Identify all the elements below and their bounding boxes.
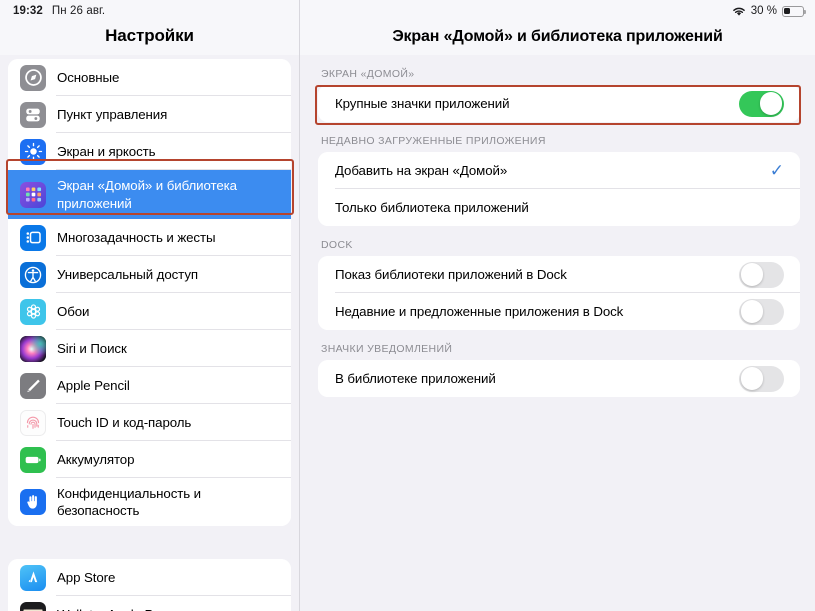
toggle-large-app-icons[interactable]: [739, 90, 784, 117]
sidebar-item-wallpaper[interactable]: Обои: [8, 293, 291, 330]
toggle-show-app-library-in-dock[interactable]: [739, 261, 784, 288]
sidebar-item-privacy-security[interactable]: Конфиденциальность и безопасность: [8, 478, 291, 526]
sidebar-item-label: App Store: [57, 569, 116, 585]
privacy-hand-icon: [20, 489, 46, 515]
sidebar-group-main: Основные Пункт управления Экран и яркост…: [8, 59, 291, 526]
section-header: НЕДАВНО ЗАГРУЖЕННЫЕ ПРИЛОЖЕНИЯ: [321, 135, 546, 147]
row-accessory: [739, 90, 784, 117]
checkmark-icon: ✓: [769, 161, 784, 180]
row-label: Только библиотека приложений: [335, 200, 529, 215]
row-accessory: ✓: [770, 162, 784, 179]
section-dock: DOCK Показ библиотеки приложений в Dock …: [300, 226, 815, 330]
sidebar-item-label: Основные: [57, 69, 120, 85]
row-accessory: [739, 261, 784, 288]
sidebar-item-wallet[interactable]: Wallet и Apple Pay: [8, 596, 291, 611]
wallpaper-icon: [20, 298, 46, 325]
section-header: ЗНАЧКИ УВЕДОМЛЕНИЙ: [321, 343, 453, 355]
multitasking-icon: [20, 224, 46, 251]
app-store-icon: [20, 564, 46, 591]
row-accessory: [739, 365, 784, 392]
sidebar-item-display-brightness[interactable]: Экран и яркость: [8, 133, 291, 170]
section-card: Показ библиотеки приложений в Dock Недав…: [318, 256, 800, 330]
detail-header: Экран «Домой» и библиотека приложений: [300, 0, 815, 55]
row-label: Добавить на экран «Домой»: [335, 163, 508, 178]
row-label: Показ библиотеки приложений в Dock: [335, 267, 567, 282]
sidebar-item-battery[interactable]: Аккумулятор: [8, 441, 291, 478]
row-app-library-only[interactable]: Только библиотека приложений: [318, 189, 800, 226]
sidebar-item-label: Обои: [57, 303, 90, 319]
section-header: DOCK: [321, 239, 353, 251]
row-label: Недавние и предложенные приложения в Doc…: [335, 304, 624, 319]
row-in-app-library[interactable]: В библиотеке приложений: [318, 360, 800, 397]
sidebar-item-multitasking[interactable]: Многозадачность и жесты: [8, 219, 291, 256]
section-header: ЭКРАН «ДОМОЙ»: [321, 68, 415, 80]
sidebar-item-label: Аккумулятор: [57, 451, 135, 467]
accessibility-icon: [20, 261, 46, 288]
brightness-icon: [20, 138, 46, 165]
sidebar-group-store: App Store Wallet и Apple Pay: [8, 559, 291, 611]
detail-panel: Экран «Домой» и библиотека приложений ЭК…: [300, 0, 815, 611]
siri-icon: [20, 335, 46, 362]
sidebar-item-touch-id[interactable]: Touch ID и код-пароль: [8, 404, 291, 441]
section-card: Крупные значки приложений: [318, 85, 800, 122]
gear-icon: [20, 64, 46, 91]
sidebar-item-siri-search[interactable]: Siri и Поиск: [8, 330, 291, 367]
sidebar-item-accessibility[interactable]: Универсальный доступ: [8, 256, 291, 293]
sidebar-item-label: Универсальный доступ: [57, 266, 198, 282]
sidebar-title: Настройки: [105, 26, 194, 45]
control-center-icon: [20, 101, 46, 128]
sidebar-item-label: Touch ID и код-пароль: [57, 414, 192, 430]
row-show-app-library-in-dock[interactable]: Показ библиотеки приложений в Dock: [318, 256, 800, 293]
sidebar-item-general[interactable]: Основные: [8, 59, 291, 96]
sidebar-item-label: Пункт управления: [57, 106, 168, 122]
row-label: Крупные значки приложений: [335, 96, 510, 111]
section-recently-downloaded: НЕДАВНО ЗАГРУЖЕННЫЕ ПРИЛОЖЕНИЯ Добавить …: [300, 122, 815, 226]
row-accessory: [739, 298, 784, 325]
row-label: В библиотеке приложений: [335, 371, 496, 386]
sidebar-item-label: Экран и яркость: [57, 143, 156, 159]
section-home-screen: ЭКРАН «ДОМОЙ» Крупные значки приложений: [300, 55, 815, 122]
battery-icon: [20, 446, 46, 473]
ipad-settings-screen: 19:32 Пн 26 авг. 30 % Настройки Основные…: [0, 0, 815, 611]
wallet-icon: [20, 601, 46, 611]
settings-sidebar: Настройки Основные Пункт управления Экра…: [0, 0, 300, 611]
row-add-to-home-screen[interactable]: Добавить на экран «Домой» ✓: [318, 152, 800, 189]
page-title: Экран «Домой» и библиотека приложений: [392, 28, 723, 45]
sidebar-item-label: Wallet и Apple Pay: [57, 606, 167, 611]
touch-id-icon: [20, 409, 46, 436]
sidebar-item-label: Экран «Домой» и библиотека приложений: [57, 178, 237, 211]
row-large-app-icons[interactable]: Крупные значки приложений: [318, 85, 800, 122]
sidebar-item-apple-pencil[interactable]: Apple Pencil: [8, 367, 291, 404]
sidebar-item-label: Apple Pencil: [57, 377, 130, 393]
sidebar-item-app-store[interactable]: App Store: [8, 559, 291, 596]
section-card: Добавить на экран «Домой» ✓ Только библи…: [318, 152, 800, 226]
row-recent-suggested-apps-in-dock[interactable]: Недавние и предложенные приложения в Doc…: [318, 293, 800, 330]
section-card: В библиотеке приложений: [318, 360, 800, 397]
toggle-in-app-library[interactable]: [739, 365, 784, 392]
section-notification-badges: ЗНАЧКИ УВЕДОМЛЕНИЙ В библиотеке приложен…: [300, 330, 815, 397]
sidebar-item-label: Многозадачность и жесты: [57, 229, 216, 245]
sidebar-item-home-screen[interactable]: Экран «Домой» и библиотека приложений: [8, 170, 291, 219]
sidebar-header: Настройки: [0, 0, 299, 55]
home-screen-icon: [20, 181, 46, 208]
sidebar-item-label: Siri и Поиск: [57, 340, 127, 356]
sidebar-item-label: Конфиденциальность и безопасность: [57, 485, 201, 518]
pencil-icon: [20, 372, 46, 399]
sidebar-item-control-center[interactable]: Пункт управления: [8, 96, 291, 133]
toggle-recent-suggested-apps-in-dock[interactable]: [739, 298, 784, 325]
